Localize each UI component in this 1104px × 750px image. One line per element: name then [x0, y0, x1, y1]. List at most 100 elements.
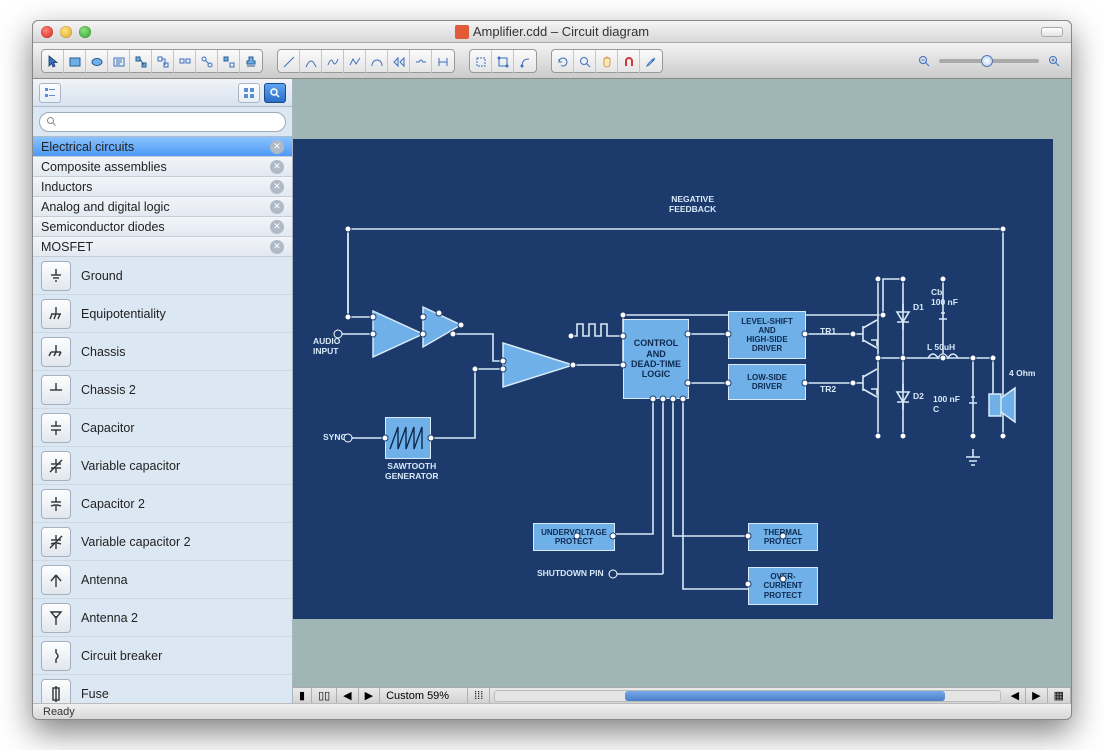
category-mosfet[interactable]: MOSFET✕ — [33, 237, 292, 257]
node[interactable] — [344, 434, 353, 443]
control-block[interactable]: CONTROL AND DEAD-TIME LOGIC — [623, 319, 689, 399]
node[interactable] — [725, 331, 732, 338]
node[interactable] — [875, 355, 882, 362]
titlebar-toggle[interactable] — [1041, 27, 1063, 37]
snap-tool[interactable] — [618, 50, 640, 74]
category-electrical-circuits[interactable]: Electrical circuits✕ — [33, 137, 292, 157]
close-button[interactable] — [41, 26, 53, 38]
node[interactable] — [370, 331, 377, 338]
diagram-page[interactable]: NEGATIVE FEEDBACK AUDIO INPUT SYNC SAWTO… — [293, 139, 1053, 619]
ellipse-tool[interactable] — [86, 50, 108, 74]
node[interactable] — [570, 362, 577, 369]
node[interactable] — [472, 366, 479, 373]
text-tool[interactable] — [108, 50, 130, 74]
grid-toggle-icon[interactable]: ▦ — [1048, 688, 1071, 703]
connector-tool-4[interactable] — [196, 50, 218, 74]
hscroll-grip[interactable]: ⁞⁞⁞ — [468, 688, 490, 703]
pointer-tool[interactable] — [42, 50, 64, 74]
zoom-track[interactable] — [939, 59, 1039, 63]
node[interactable] — [990, 355, 997, 362]
node[interactable] — [745, 581, 752, 588]
zoom-in-button[interactable] — [1045, 49, 1063, 73]
node[interactable] — [685, 380, 692, 387]
node[interactable] — [568, 333, 575, 340]
close-icon[interactable]: ✕ — [270, 140, 284, 154]
node[interactable] — [970, 355, 977, 362]
zoom-out-button[interactable] — [915, 49, 933, 73]
node[interactable] — [660, 396, 667, 403]
node[interactable] — [900, 276, 907, 283]
low-side-block[interactable]: LOW-SIDE DRIVER — [728, 364, 806, 400]
canvas[interactable]: NEGATIVE FEEDBACK AUDIO INPUT SYNC SAWTO… — [293, 79, 1071, 687]
node-tool-2[interactable] — [492, 50, 514, 74]
node[interactable] — [458, 322, 465, 329]
magnify-tool[interactable] — [574, 50, 596, 74]
polyline-tool[interactable] — [344, 50, 366, 74]
node[interactable] — [685, 331, 692, 338]
node[interactable] — [850, 331, 857, 338]
shape-fuse[interactable]: Fuse — [33, 675, 292, 703]
close-icon[interactable]: ✕ — [270, 200, 284, 214]
close-icon[interactable]: ✕ — [270, 240, 284, 254]
line-tool[interactable] — [278, 50, 300, 74]
node[interactable] — [428, 435, 435, 442]
eyedropper-tool[interactable] — [640, 50, 662, 74]
shape-capacitor[interactable]: Capacitor — [33, 409, 292, 447]
pane-toggle-1[interactable]: ▮ — [293, 688, 312, 703]
scroll-left[interactable]: ◀ — [337, 688, 358, 703]
shape-chassis-2[interactable]: Chassis 2 — [33, 371, 292, 409]
hscroll-left[interactable]: ◀ — [1005, 688, 1026, 703]
node-tool-1[interactable] — [470, 50, 492, 74]
spline-tool[interactable] — [322, 50, 344, 74]
shape-variable-capacitor[interactable]: Variable capacitor — [33, 447, 292, 485]
titlebar[interactable]: Amplifier.cdd – Circuit diagram — [33, 21, 1071, 43]
path-tool-1[interactable] — [388, 50, 410, 74]
node[interactable] — [334, 330, 343, 339]
category-composite-assemblies[interactable]: Composite assemblies✕ — [33, 157, 292, 177]
category-semiconductor-diodes[interactable]: Semiconductor diodes✕ — [33, 217, 292, 237]
zoom-button[interactable] — [79, 26, 91, 38]
dimension-tool[interactable] — [432, 50, 454, 74]
close-icon[interactable]: ✕ — [270, 180, 284, 194]
shape-circuit-breaker[interactable]: Circuit breaker — [33, 637, 292, 675]
shape-antenna-2[interactable]: Antenna 2 — [33, 599, 292, 637]
shape-chassis[interactable]: Chassis — [33, 333, 292, 371]
zoom-label[interactable]: Custom 59% — [380, 688, 468, 703]
node[interactable] — [620, 362, 627, 369]
shape-variable-capacitor-2[interactable]: Variable capacitor 2 — [33, 523, 292, 561]
node[interactable] — [670, 396, 677, 403]
node[interactable] — [609, 570, 618, 579]
hscroll-thumb[interactable] — [625, 691, 945, 701]
zoom-thumb[interactable] — [981, 55, 993, 67]
node[interactable] — [620, 312, 627, 319]
node[interactable] — [610, 533, 617, 540]
overcurrent-block[interactable]: OVER- CURRENT PROTECT — [748, 567, 818, 605]
shape-list[interactable]: Ground Equipotentiality Chassis Chassis … — [33, 257, 292, 703]
node[interactable] — [780, 576, 787, 583]
connector-tool-5[interactable] — [218, 50, 240, 74]
node[interactable] — [500, 358, 507, 365]
node[interactable] — [802, 380, 809, 387]
node[interactable] — [725, 380, 732, 387]
node[interactable] — [500, 366, 507, 373]
node[interactable] — [745, 533, 752, 540]
connector-tool-1[interactable] — [130, 50, 152, 74]
node[interactable] — [940, 355, 947, 362]
node[interactable] — [1000, 433, 1007, 440]
hscroll-track[interactable] — [494, 690, 1000, 702]
node[interactable] — [345, 226, 352, 233]
bezier-tool[interactable] — [366, 50, 388, 74]
sidebar-search-tab[interactable] — [264, 83, 286, 103]
node[interactable] — [650, 396, 657, 403]
node[interactable] — [940, 276, 947, 283]
sidebar-tree-icon[interactable] — [39, 83, 61, 103]
search-input[interactable] — [39, 112, 286, 132]
node[interactable] — [875, 433, 882, 440]
connector-tool-3[interactable] — [174, 50, 196, 74]
node[interactable] — [880, 312, 887, 319]
node[interactable] — [370, 314, 377, 321]
pane-toggle-2[interactable]: ▯▯ — [312, 688, 337, 703]
node[interactable] — [420, 331, 427, 338]
hand-tool[interactable] — [596, 50, 618, 74]
node[interactable] — [900, 355, 907, 362]
